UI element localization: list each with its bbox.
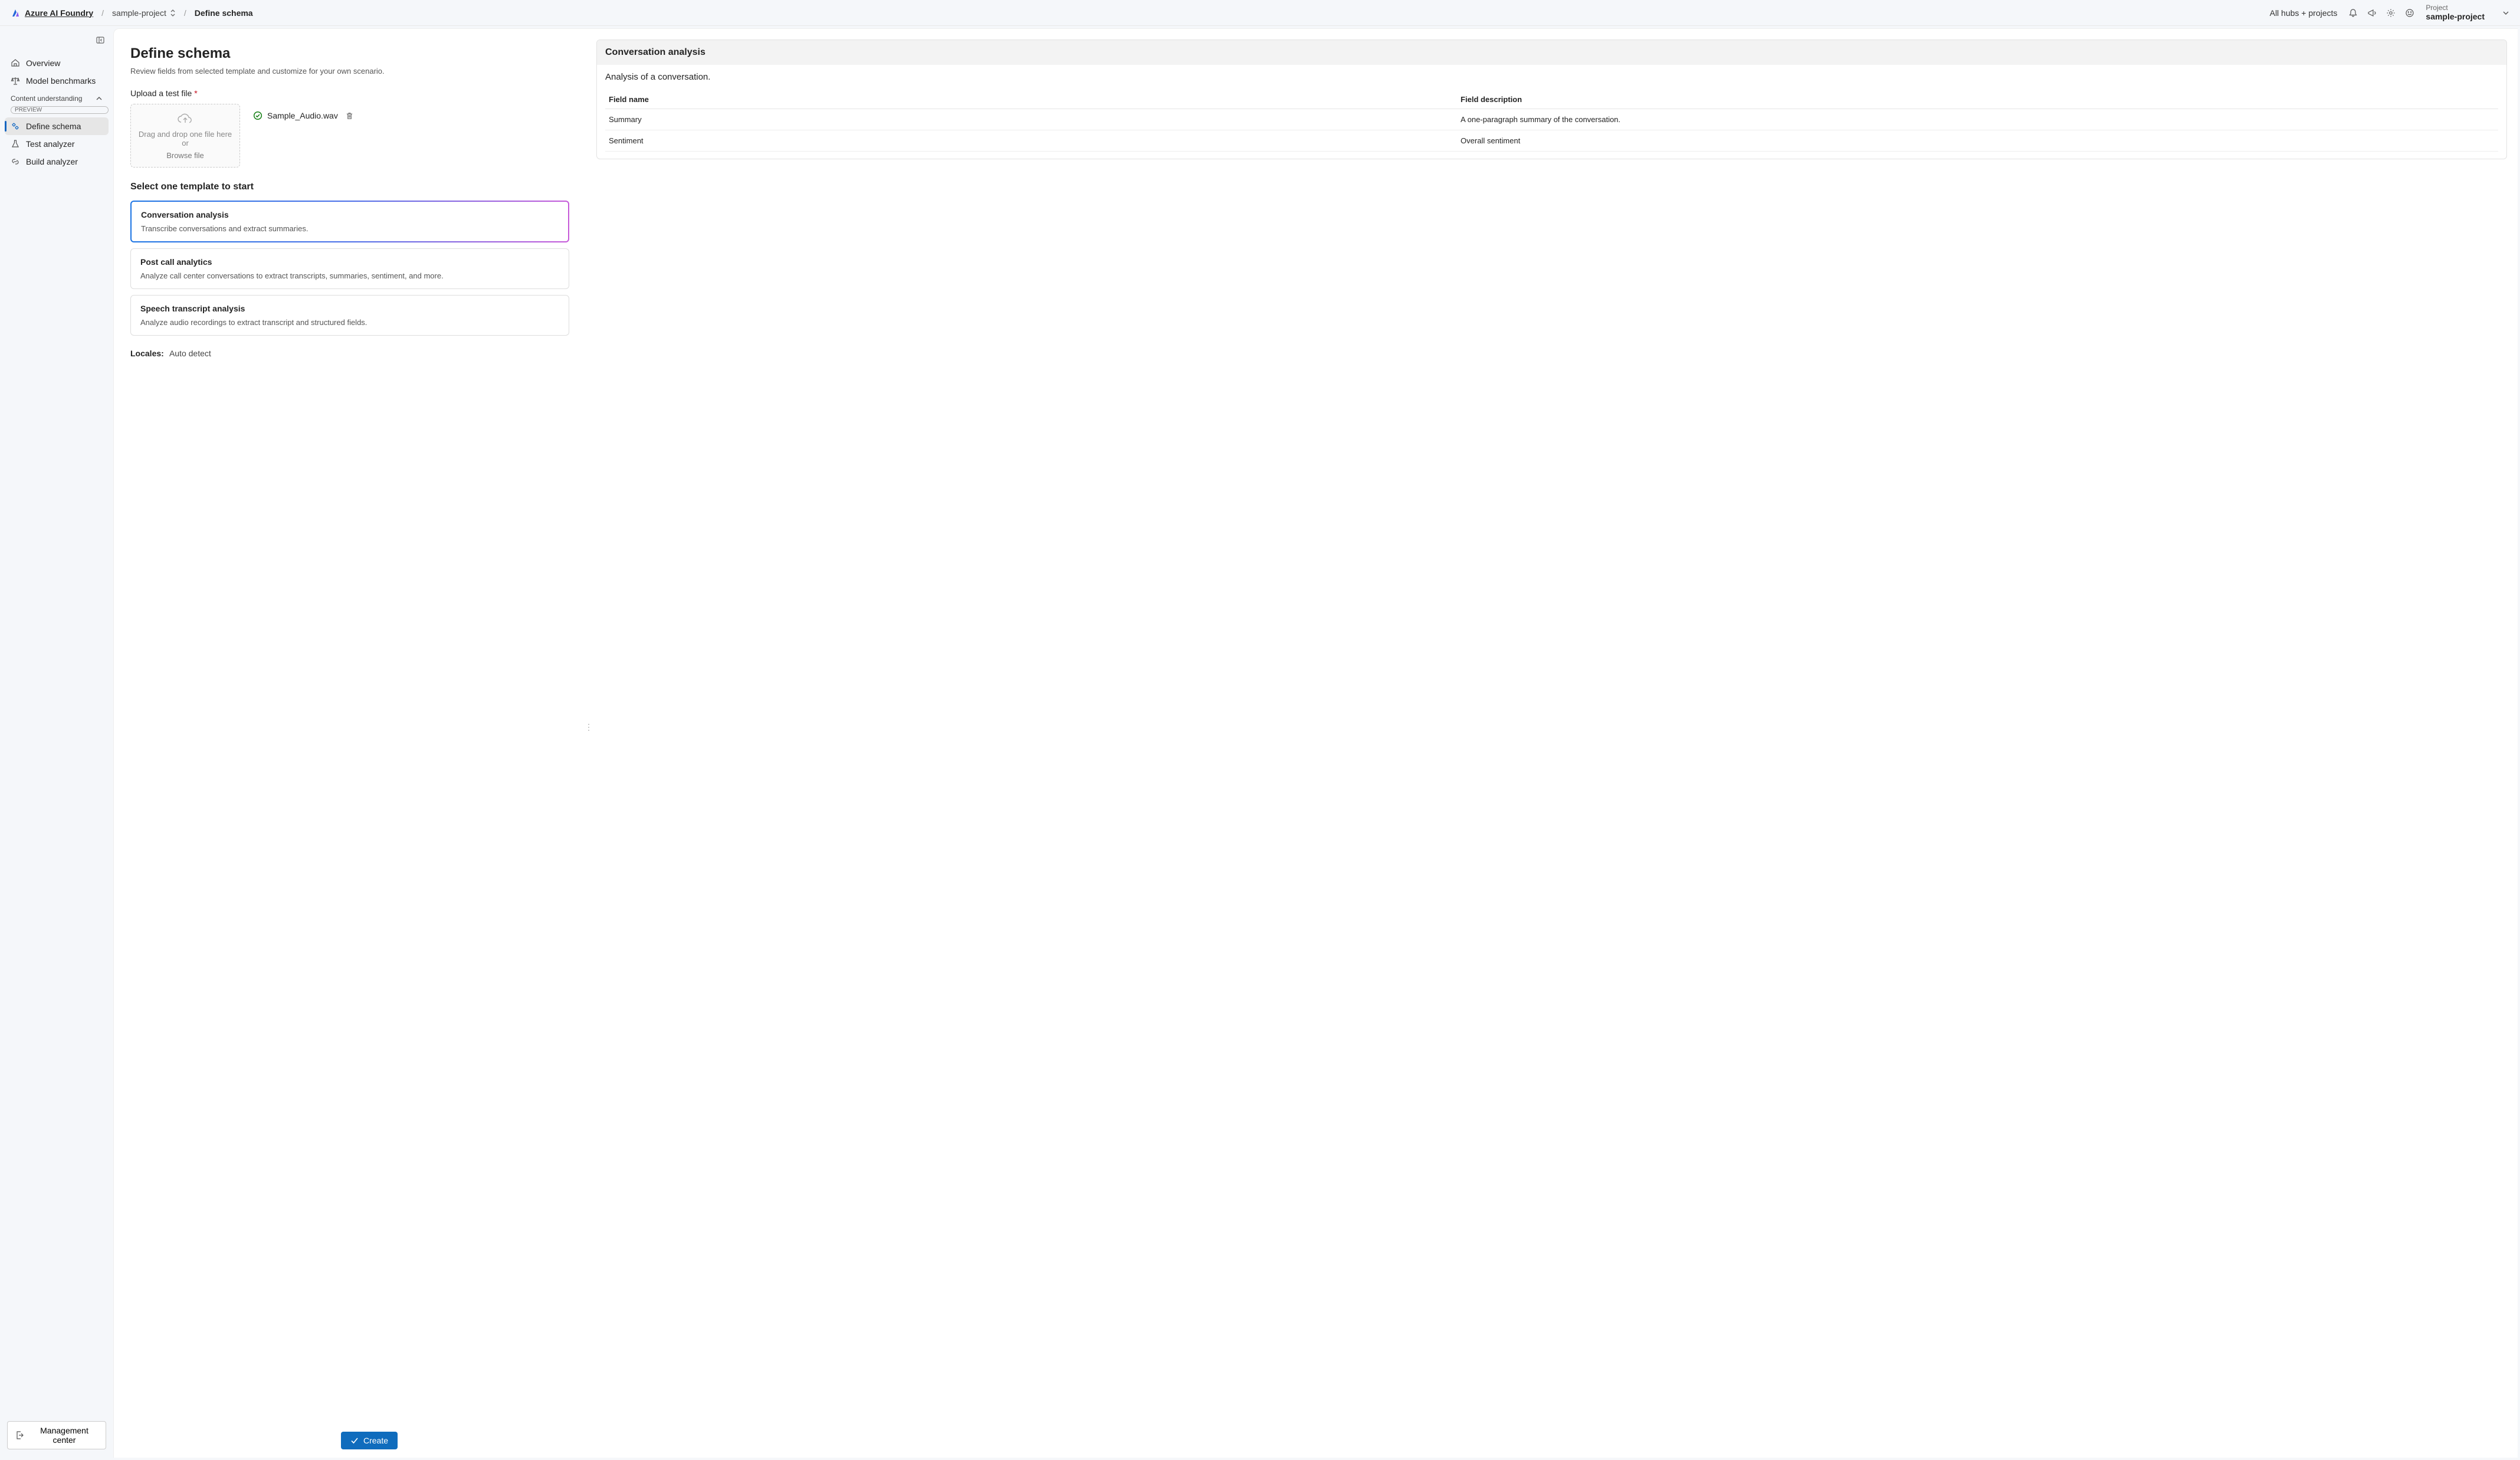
breadcrumb-sep: /: [101, 8, 104, 18]
smile-icon[interactable]: [2404, 8, 2415, 18]
sidebar-item-test-analyzer[interactable]: Test analyzer: [5, 135, 109, 153]
brand-text: Azure AI Foundry: [25, 8, 93, 18]
megaphone-icon[interactable]: [2367, 8, 2377, 18]
sidebar: Overview Model benchmarks Content unders…: [0, 26, 113, 1460]
breadcrumb: Azure AI Foundry / sample-project / Defi…: [11, 8, 253, 18]
topbar: Azure AI Foundry / sample-project / Defi…: [0, 0, 2520, 26]
brand-logo-icon: [11, 8, 20, 18]
footer-bar: Create: [114, 1426, 2518, 1458]
field-desc-cell: A one-paragraph summary of the conversat…: [1457, 109, 2498, 130]
table-row: Sentiment Overall sentiment: [605, 130, 2498, 152]
content-left: Define schema Review fields from selecte…: [114, 29, 586, 1426]
sidebar-item-define-schema[interactable]: Define schema: [5, 117, 109, 135]
scale-icon: [11, 76, 20, 86]
breadcrumb-sep: /: [184, 8, 186, 18]
sidebar-item-label: Define schema: [26, 122, 81, 131]
locales-label: Locales:: [130, 349, 164, 358]
table-row: Summary A one-paragraph summary of the c…: [605, 109, 2498, 130]
topbar-icons: [2348, 8, 2415, 18]
field-desc-cell: Overall sentiment: [1457, 130, 2498, 152]
upload-dropzone[interactable]: Drag and drop one file here or Browse fi…: [130, 104, 240, 168]
check-icon: [350, 1436, 359, 1445]
main-panel: Define schema Review fields from selecte…: [113, 28, 2518, 1458]
hubs-projects-link[interactable]: All hubs + projects: [2270, 8, 2338, 18]
sidebar-item-label: Overview: [26, 58, 60, 68]
content-right: Conversation analysis Analysis of a conv…: [592, 29, 2518, 1426]
check-circle-icon: [253, 111, 262, 120]
table-header-name: Field name: [605, 90, 1457, 109]
sidebar-collapse-button[interactable]: [92, 32, 109, 48]
sidebar-item-label: Build analyzer: [26, 157, 78, 166]
create-button-label: Create: [363, 1436, 388, 1445]
sidebar-item-label: Model benchmarks: [26, 76, 96, 86]
uploaded-filename: Sample_Audio.wav: [267, 111, 338, 120]
upload-label-text: Upload a test file: [130, 88, 192, 98]
template-title: Speech transcript analysis: [140, 304, 559, 313]
chevron-down-icon: [2502, 9, 2509, 17]
home-icon: [11, 58, 20, 68]
locales-row: Locales: Auto detect: [130, 349, 569, 358]
topbar-right: All hubs + projects Project sample: [2270, 4, 2509, 22]
template-desc: Transcribe conversations and extract sum…: [141, 224, 559, 233]
trash-icon[interactable]: [345, 111, 354, 120]
breadcrumb-project-label: sample-project: [112, 8, 166, 18]
dropzone-text: Drag and drop one file here or: [137, 130, 234, 147]
sidebar-item-overview[interactable]: Overview: [5, 54, 109, 72]
sidebar-item-label: Test analyzer: [26, 139, 74, 149]
locales-value: Auto detect: [169, 349, 211, 358]
template-title: Conversation analysis: [141, 210, 559, 219]
required-asterisk: *: [194, 88, 197, 98]
brand-link[interactable]: Azure AI Foundry: [11, 8, 93, 18]
templates-section-title: Select one template to start: [130, 182, 569, 192]
create-button[interactable]: Create: [341, 1432, 398, 1449]
fields-table: Field name Field description Summary A o…: [605, 90, 2498, 152]
dropzone-browse: Browse file: [166, 151, 204, 160]
exit-icon: [15, 1431, 24, 1440]
sidebar-item-model-benchmarks[interactable]: Model benchmarks: [5, 72, 109, 90]
breadcrumb-current: Define schema: [195, 8, 253, 18]
project-picker-name: sample-project: [2426, 12, 2485, 22]
page-subtitle: Review fields from selected template and…: [130, 67, 569, 76]
template-desc: Analyze call center conversations to ext…: [140, 271, 559, 280]
info-card-header: Conversation analysis: [597, 40, 2506, 65]
link-icon: [11, 157, 20, 166]
bell-icon[interactable]: [2348, 8, 2358, 18]
project-picker[interactable]: Project sample-project: [2426, 4, 2509, 22]
upload-label: Upload a test file *: [130, 88, 569, 98]
preview-badge: PREVIEW: [11, 106, 109, 114]
template-title: Post call analytics: [140, 257, 559, 267]
template-card-conversation-analysis[interactable]: Conversation analysis Transcribe convers…: [130, 201, 569, 242]
sidebar-group-content-understanding[interactable]: Content understanding: [5, 90, 109, 105]
template-card-speech-transcript-analysis[interactable]: Speech transcript analysis Analyze audio…: [130, 295, 569, 336]
project-picker-texts: Project sample-project: [2426, 4, 2485, 22]
info-card-subtitle: Analysis of a conversation.: [605, 72, 2498, 82]
page-title: Define schema: [130, 45, 569, 62]
project-picker-label: Project: [2426, 4, 2485, 12]
field-name-cell: Sentiment: [605, 130, 1457, 152]
gears-icon: [11, 122, 20, 131]
resize-handle[interactable]: [586, 29, 592, 1426]
flask-icon: [11, 139, 20, 149]
cloud-upload-icon: [177, 112, 193, 125]
chevron-updown-icon: [170, 9, 176, 17]
sidebar-group-title: Content understanding: [11, 94, 82, 103]
chevron-up-icon: [96, 95, 103, 102]
management-center-button[interactable]: Management center: [7, 1421, 106, 1449]
template-desc: Analyze audio recordings to extract tran…: [140, 318, 559, 327]
sidebar-item-build-analyzer[interactable]: Build analyzer: [5, 153, 109, 170]
template-card-post-call-analytics[interactable]: Post call analytics Analyze call center …: [130, 248, 569, 289]
breadcrumb-project[interactable]: sample-project: [112, 8, 176, 18]
table-header-desc: Field description: [1457, 90, 2498, 109]
info-card: Conversation analysis Analysis of a conv…: [596, 40, 2507, 159]
gear-icon[interactable]: [2386, 8, 2396, 18]
management-center-label: Management center: [30, 1426, 99, 1445]
field-name-cell: Summary: [605, 109, 1457, 130]
uploaded-file: Sample_Audio.wav: [253, 111, 354, 120]
